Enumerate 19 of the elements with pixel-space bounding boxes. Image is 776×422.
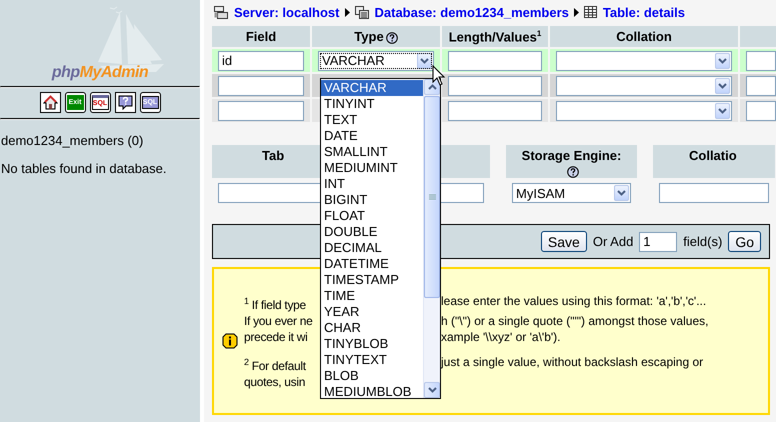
column-header: Length/Values$^{1}$ [442, 26, 548, 47]
column-header: Collatio [653, 145, 775, 178]
note-text: If you ever ne [244, 312, 314, 328]
note-text: h ("\") or a single quote ("'") amongst those values, [441, 312, 708, 328]
add-label: Or Add [592, 234, 634, 249]
note-text: xample '\\xyz' or 'a\'b'). [441, 328, 560, 344]
note-text: $^{1}$ If field type [244, 294, 307, 312]
fields-label: field(s) [683, 234, 722, 249]
logo-text: phpMyAdmin [52, 64, 148, 82]
column-header: Type [312, 26, 440, 47]
empty-message: No tables found in database. [0, 161, 168, 176]
note-text: lease enter the values using this format: 'a','b','c'... [441, 292, 706, 310]
note-text: $^{2}$ For default [244, 356, 307, 374]
note-text: quotes, usin [244, 374, 306, 390]
note-text: just a single value, without backslash escaping or [441, 354, 704, 370]
column-header: Storage Engine: [506, 145, 637, 178]
column-header: Collation [550, 26, 738, 47]
column-header: Field [212, 26, 310, 47]
note-text: precede it wi [244, 328, 308, 344]
